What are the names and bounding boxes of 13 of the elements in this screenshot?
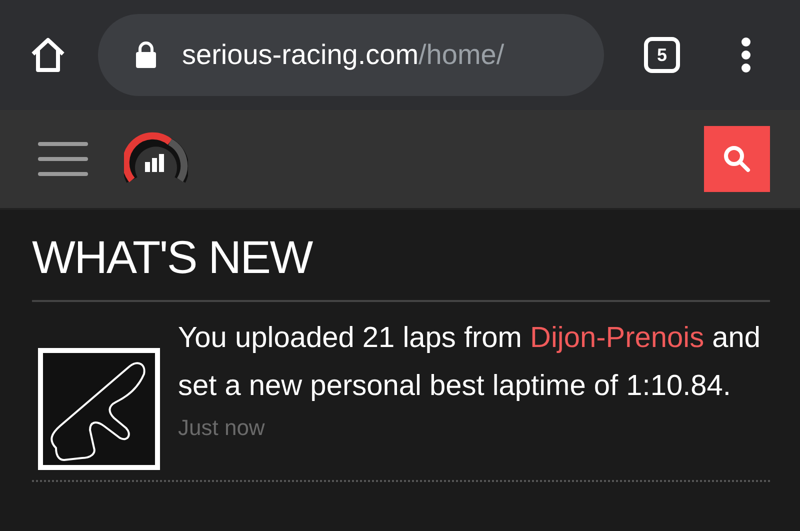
address-bar[interactable]: serious-racing.com/home/ (98, 14, 604, 96)
more-menu-icon[interactable] (740, 37, 752, 73)
timestamp: Just now (178, 414, 266, 442)
track-map-icon (38, 348, 160, 470)
search-icon (723, 145, 751, 173)
activity-text: You uploaded 21 laps from Dijon-Prenois and set a new personal best laptime of 1:10.84. (178, 321, 762, 404)
menu-icon[interactable] (38, 140, 88, 178)
lock-icon (134, 40, 158, 70)
search-button[interactable] (704, 126, 770, 192)
section-heading: WHAT'S NEW (32, 230, 314, 285)
track-link[interactable]: Dijon-Prenois (530, 322, 704, 354)
tab-count-button[interactable]: 5 (644, 37, 680, 73)
url-text: serious-racing.com/home/ (182, 38, 504, 72)
